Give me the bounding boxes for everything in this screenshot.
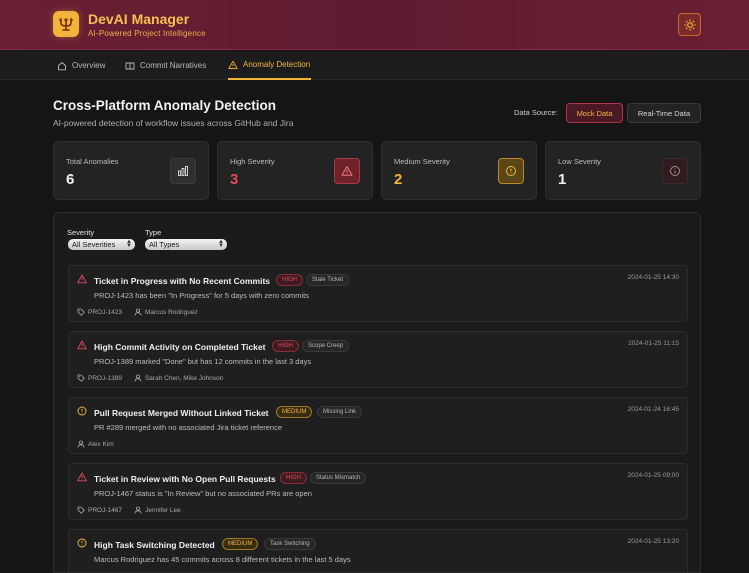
anomaly-title: Ticket in Progress with No Recent Commit… <box>94 276 271 286</box>
stat-label: Medium Severity <box>394 157 450 166</box>
tag-icon <box>77 374 85 382</box>
user-icon <box>134 374 142 382</box>
anomaly-timestamp: 2024-01-25 11:15 <box>628 340 679 347</box>
user-icon <box>134 308 142 316</box>
stat-value: 2 <box>394 171 403 188</box>
tab-overview[interactable]: Overview <box>57 51 105 80</box>
type-badge: Missing Link <box>317 406 363 418</box>
app-header: DevAI Manager AI-Powered Project Intelli… <box>0 0 749 50</box>
assignee-names: Sarah Chen, Mike Johnson <box>144 374 224 382</box>
warning-icon <box>228 60 238 69</box>
anomaly-description: PROJ-1423 has been "In Progress" for 5 d… <box>94 291 309 300</box>
anomaly-card[interactable]: Ticket in Review with No Open Pull Reque… <box>68 463 688 520</box>
type-badge: Task Switching <box>264 538 316 550</box>
tab-commit-narratives[interactable]: Commit Narratives <box>125 51 206 80</box>
stat-card-high: High Severity 3 <box>217 141 373 200</box>
anomaly-meta: Alex Kim <box>77 440 114 448</box>
anomaly-meta: PROJ-1423 Marcus Rodriguez <box>77 308 198 316</box>
type-filter-label: Type <box>145 228 162 237</box>
anomaly-timestamp: 2024-01-25 09:00 <box>627 472 679 479</box>
stat-value: 1 <box>558 171 567 188</box>
alert-triangle-icon <box>77 340 87 350</box>
select-caret-icon: ▲ ▼ <box>218 239 224 249</box>
anomaly-meta: PROJ-1467 Jennifer Lee <box>77 506 181 514</box>
alert-triangle-icon <box>77 472 87 482</box>
stat-value: 6 <box>66 171 75 188</box>
page-title: Cross-Platform Anomaly Detection <box>53 98 277 113</box>
tab-label: Commit Narratives <box>140 61 207 70</box>
trident-logo-icon <box>53 11 79 37</box>
user-icon <box>77 440 85 448</box>
type-select[interactable]: All Types ▲ ▼ <box>145 239 227 250</box>
ticket-id: PROJ-1467 <box>88 506 122 514</box>
anomaly-title: High Task Switching Detected <box>94 540 215 550</box>
assignee-names: Jennifer Lee <box>144 506 181 514</box>
anomaly-title: Pull Request Merged Without Linked Ticke… <box>94 408 269 418</box>
alert-triangle-icon <box>77 274 87 284</box>
book-icon <box>125 62 135 70</box>
data-source-label: Data Source: <box>514 108 558 117</box>
anomaly-meta: PROJ-1389 Sarah Chen, Mike Johnson <box>77 374 223 382</box>
anomaly-timestamp: 2024-01-25 13:20 <box>627 538 679 545</box>
alert-triangle-icon <box>334 158 360 184</box>
stat-value: 3 <box>230 171 239 188</box>
user-icon <box>134 506 142 514</box>
anomaly-panel: Severity All Severities ▲ ▼ Type All Type… <box>53 212 701 573</box>
severity-badge: MEDIUM <box>276 406 313 418</box>
stat-label: High Severity <box>230 157 275 166</box>
anomaly-title: Ticket in Review with No Open Pull Reque… <box>94 474 276 484</box>
stat-card-total: Total Anomalies 6 <box>53 141 209 200</box>
app-subtitle: AI-Powered Project Intelligence <box>88 29 206 38</box>
anomaly-timestamp: 2024-01-24 16:45 <box>627 406 679 413</box>
mock-data-button[interactable]: Mock Data <box>566 103 623 123</box>
stat-label: Total Anomalies <box>66 157 119 166</box>
anomaly-card[interactable]: Ticket in Progress with No Recent Commit… <box>68 265 688 322</box>
type-badge: Scope Creep <box>302 340 350 352</box>
anomaly-card[interactable]: Pull Request Merged Without Linked Ticke… <box>68 397 688 454</box>
anomaly-description: PROJ-1467 status is "In Review" but no a… <box>94 489 312 498</box>
real-time-data-button[interactable]: Real-Time Data <box>627 103 701 123</box>
bar-chart-icon <box>170 158 196 184</box>
anomaly-card[interactable]: High Task Switching Detected MEDIUM Task… <box>68 529 688 572</box>
alert-circle-icon <box>498 158 524 184</box>
theme-toggle-button[interactable] <box>678 13 701 36</box>
stat-card-low: Low Severity 1 <box>545 141 701 200</box>
sun-icon <box>683 18 696 31</box>
assignee-names: Marcus Rodriguez <box>144 308 198 316</box>
tab-anomaly-detection[interactable]: Anomaly Detection <box>228 51 312 80</box>
anomaly-description: Marcus Rodriguez has 45 commits across 8… <box>94 555 351 564</box>
severity-select[interactable]: All Severities ▲ ▼ <box>68 239 135 250</box>
assignee-names: Alex Kim <box>88 440 114 448</box>
alert-circle-icon <box>77 538 87 548</box>
ticket-id: PROJ-1423 <box>88 308 122 316</box>
type-badge: Status Mismatch <box>310 472 367 484</box>
home-icon <box>58 61 66 70</box>
tab-label: Anomaly Detection <box>243 60 311 69</box>
anomaly-description: PROJ-1389 marked "Done" but has 12 commi… <box>94 357 312 366</box>
anomaly-description: PR #289 merged with no associated Jira t… <box>94 423 283 432</box>
type-badge: Stale Ticket <box>306 274 350 286</box>
info-icon <box>662 158 688 184</box>
anomaly-timestamp: 2024-01-25 14:30 <box>627 274 679 281</box>
page-subtitle: AI-powered detection of workflow issues … <box>53 118 294 128</box>
severity-badge: HIGH <box>276 274 303 286</box>
main-nav: Overview Commit Narratives Anomaly Detec… <box>0 51 749 80</box>
stat-card-medium: Medium Severity 2 <box>381 141 537 200</box>
select-caret-icon: ▲ ▼ <box>126 239 132 249</box>
ticket-id: PROJ-1389 <box>88 374 122 382</box>
severity-badge: HIGH <box>272 340 299 352</box>
anomaly-title: High Commit Activity on Completed Ticket <box>94 342 266 352</box>
anomaly-card[interactable]: High Commit Activity on Completed Ticket… <box>68 331 688 388</box>
type-select-value: All Types <box>149 240 180 249</box>
app-title: DevAI Manager <box>88 11 190 27</box>
severity-select-value: All Severities <box>72 240 116 249</box>
severity-badge: HIGH <box>280 472 307 484</box>
alert-circle-icon <box>77 406 87 416</box>
severity-filter-label: Severity <box>67 228 95 237</box>
tag-icon <box>77 308 85 316</box>
stat-label: Low Severity <box>558 157 601 166</box>
tab-label: Overview <box>72 61 106 70</box>
tag-icon <box>77 506 85 514</box>
severity-badge: MEDIUM <box>222 538 259 550</box>
